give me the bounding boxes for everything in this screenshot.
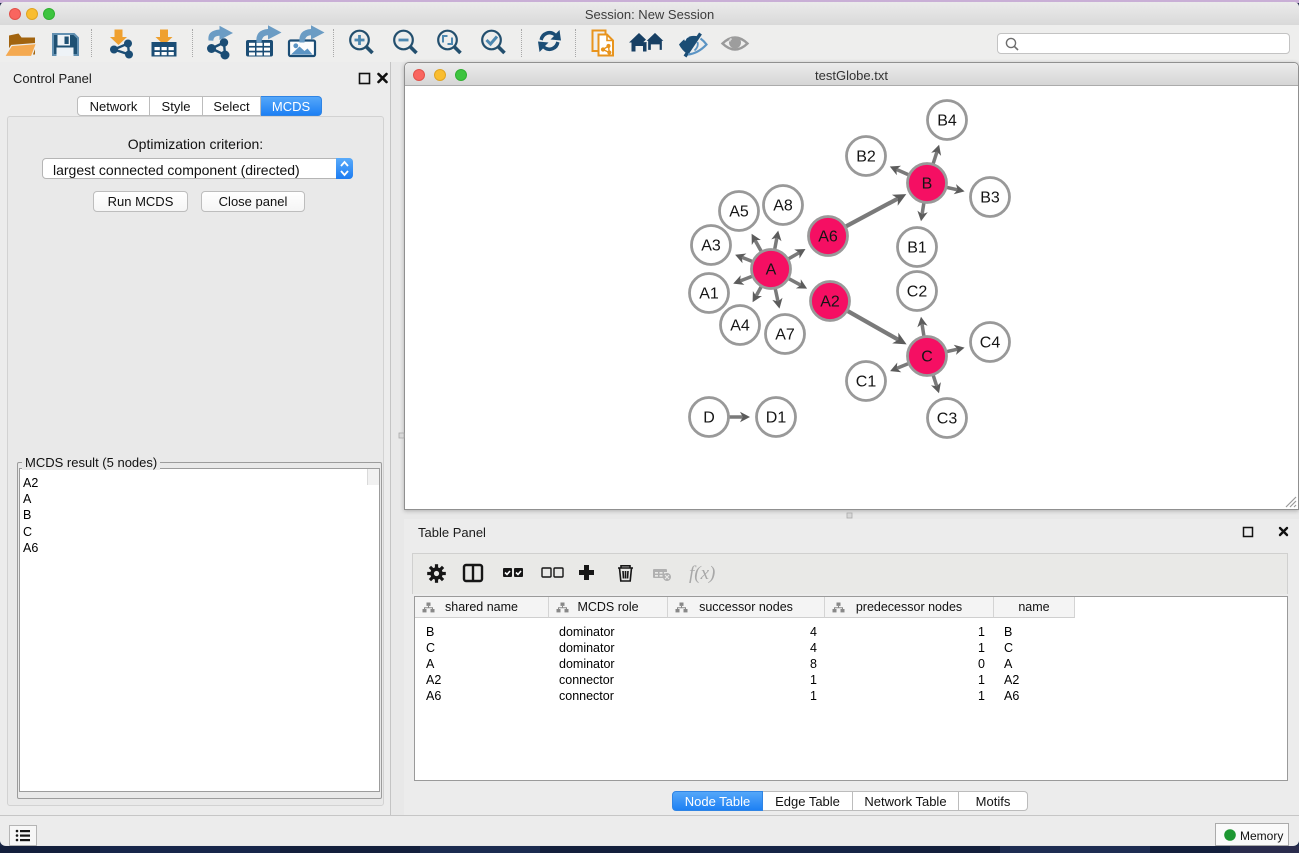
svg-text:A: A bbox=[766, 262, 777, 279]
svg-text:D: D bbox=[703, 410, 715, 427]
svg-text:B1: B1 bbox=[907, 240, 927, 257]
svg-text:C4: C4 bbox=[980, 335, 1001, 352]
svg-text:D1: D1 bbox=[766, 410, 787, 427]
svg-text:A7: A7 bbox=[775, 327, 795, 344]
svg-text:B: B bbox=[922, 176, 933, 193]
svg-text:A1: A1 bbox=[699, 286, 719, 303]
svg-text:B3: B3 bbox=[980, 190, 1000, 207]
svg-text:A2: A2 bbox=[820, 294, 840, 311]
svg-text:B2: B2 bbox=[856, 149, 876, 166]
svg-text:A8: A8 bbox=[773, 198, 793, 215]
svg-text:f(x): f(x) bbox=[689, 563, 715, 584]
svg-text:C: C bbox=[921, 349, 933, 366]
svg-text:C3: C3 bbox=[937, 411, 958, 428]
svg-text:C1: C1 bbox=[856, 374, 877, 391]
svg-text:A4: A4 bbox=[730, 318, 750, 335]
svg-text:B4: B4 bbox=[937, 113, 957, 130]
svg-text:A5: A5 bbox=[729, 204, 749, 221]
svg-text:A3: A3 bbox=[701, 238, 721, 255]
svg-text:A6: A6 bbox=[818, 229, 838, 246]
svg-text:C2: C2 bbox=[907, 284, 928, 301]
